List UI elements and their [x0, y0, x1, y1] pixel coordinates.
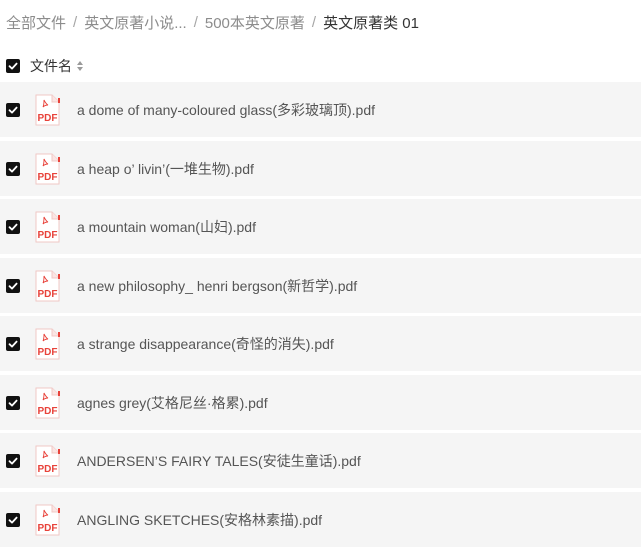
file-checkbox[interactable]: [6, 102, 20, 117]
file-list-header: 文件名: [6, 56, 84, 76]
file-name[interactable]: a heap o’ livin’(一堆生物).pdf: [77, 159, 254, 179]
pdf-file-icon[interactable]: PDF: [33, 328, 61, 360]
pdf-file-icon[interactable]: PDF: [33, 153, 61, 185]
breadcrumb: 全部文件 / 英文原著小说... / 500本英文原著 / 英文原著类 01: [6, 12, 419, 32]
check-icon: [8, 457, 18, 464]
file-checkbox[interactable]: [6, 453, 20, 468]
file-row[interactable]: PDF a new philosophy_ henri bergson(新哲学).…: [0, 258, 641, 313]
breadcrumb-separator: /: [73, 13, 78, 31]
pdf-file-icon[interactable]: PDF: [33, 270, 61, 302]
sort-icon[interactable]: [76, 60, 84, 72]
pdf-file-icon[interactable]: PDF: [33, 504, 61, 536]
file-checkbox[interactable]: [6, 219, 20, 234]
check-icon: [8, 106, 18, 113]
check-icon: [8, 516, 18, 523]
file-name[interactable]: ANDERSEN’S FAIRY TALES(安徒生童话).pdf: [77, 451, 361, 471]
select-all-checkbox[interactable]: [6, 59, 20, 73]
pdf-icon-label: PDF: [38, 347, 58, 358]
check-icon: [8, 340, 18, 347]
file-row[interactable]: PDF a heap o’ livin’(一堆生物).pdf: [0, 141, 641, 196]
file-name[interactable]: a dome of many-coloured glass(多彩玻璃顶).pdf: [77, 100, 375, 120]
pdf-file-icon[interactable]: PDF: [33, 211, 61, 243]
pdf-icon-label: PDF: [38, 113, 58, 124]
file-checkbox[interactable]: [6, 395, 20, 410]
file-row[interactable]: PDF agnes grey(艾格尼丝·格累).pdf: [0, 375, 641, 430]
breadcrumb-separator: /: [311, 13, 317, 31]
pdf-icon-label: PDF: [38, 523, 58, 534]
file-checkbox[interactable]: [6, 161, 20, 176]
file-row[interactable]: PDF a strange disappearance(奇怪的消失).pdf: [0, 316, 641, 371]
breadcrumb-current-folder: 英文原著类 01: [323, 14, 419, 32]
pdf-file-icon[interactable]: PDF: [33, 445, 61, 477]
check-icon: [8, 62, 18, 70]
check-icon: [8, 399, 18, 406]
breadcrumb-english-novels[interactable]: 英文原著小说...: [84, 12, 187, 33]
breadcrumb-separator: /: [193, 13, 198, 31]
file-name[interactable]: a mountain woman(山妇).pdf: [77, 217, 256, 237]
file-name[interactable]: ANGLING SKETCHES(安格林素描).pdf: [77, 510, 322, 530]
pdf-icon-label: PDF: [38, 406, 58, 417]
file-checkbox[interactable]: [6, 278, 20, 293]
file-row[interactable]: PDF a mountain woman(山妇).pdf: [0, 199, 641, 254]
file-row[interactable]: PDF ANDERSEN’S FAIRY TALES(安徒生童话).pdf: [0, 433, 641, 488]
pdf-icon-label: PDF: [38, 464, 58, 475]
file-name[interactable]: a strange disappearance(奇怪的消失).pdf: [77, 334, 334, 354]
breadcrumb-all-files[interactable]: 全部文件: [6, 12, 66, 33]
file-checkbox[interactable]: [6, 336, 20, 351]
pdf-icon-label: PDF: [38, 230, 58, 241]
file-checkbox[interactable]: [6, 512, 20, 527]
file-name[interactable]: a new philosophy_ henri bergson(新哲学).pdf: [77, 276, 357, 296]
pdf-icon-label: PDF: [38, 289, 58, 300]
file-name[interactable]: agnes grey(艾格尼丝·格累).pdf: [77, 393, 268, 413]
column-header-filename[interactable]: 文件名: [30, 56, 72, 76]
pdf-file-icon[interactable]: PDF: [33, 387, 61, 419]
check-icon: [8, 223, 18, 230]
pdf-file-icon[interactable]: PDF: [33, 94, 61, 126]
check-icon: [8, 282, 18, 289]
file-row[interactable]: PDF a dome of many-coloured glass(多彩玻璃顶).…: [0, 82, 641, 137]
check-icon: [8, 165, 18, 172]
pdf-icon-label: PDF: [38, 172, 58, 183]
breadcrumb-500-books[interactable]: 500本英文原著: [205, 12, 305, 33]
file-row[interactable]: PDF ANGLING SKETCHES(安格林素描).pdf: [0, 492, 641, 547]
